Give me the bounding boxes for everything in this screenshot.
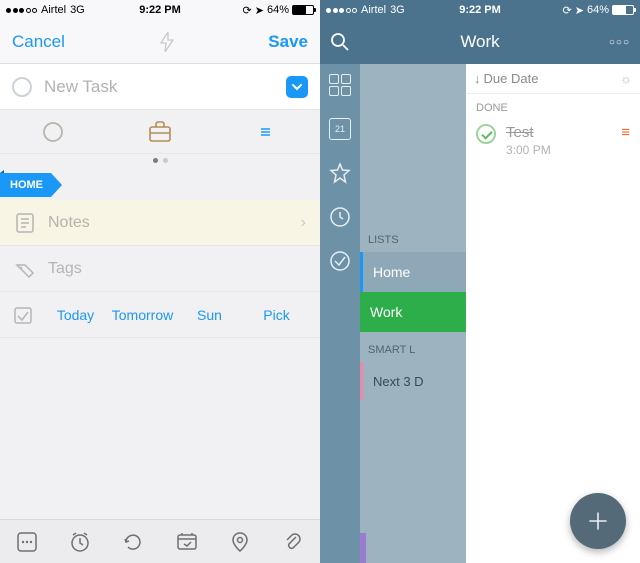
status-time: 9:22 PM — [0, 4, 320, 16]
sort-arrow-icon: ↓ — [474, 71, 481, 86]
task-row[interactable]: Test 3:00 PM ≡ — [466, 118, 640, 163]
task-check-icon[interactable] — [476, 124, 496, 144]
list-item-home[interactable]: Home — [360, 252, 466, 292]
rail-calendar-icon[interactable]: 21 — [329, 118, 351, 140]
notes-icon — [14, 213, 36, 233]
done-section-label: DONE — [466, 94, 640, 118]
edit-header: Cancel Save — [0, 20, 320, 64]
segment-checklist[interactable] — [219, 126, 315, 138]
sort-bar[interactable]: ↓ Due Date ☼ — [466, 64, 640, 94]
list-header: Work ○○○ — [320, 20, 640, 64]
due-date-row: Today Tomorrow Sun Pick — [0, 292, 320, 338]
new-task-input[interactable]: New Task — [44, 77, 286, 97]
new-task-screen: Airtel 3G 9:22 PM ⟳ ➤ 64% Cancel Save Ne… — [0, 0, 320, 563]
segment-briefcase[interactable] — [112, 121, 208, 143]
chevron-right-icon: › — [301, 214, 306, 232]
nav-rail: 21 — [320, 64, 360, 563]
date-pick[interactable]: Pick — [243, 307, 310, 323]
smart-section-label: SMART L — [360, 332, 466, 362]
segment-circle[interactable] — [5, 121, 101, 143]
status-time: 9:22 PM — [320, 4, 640, 16]
brightness-icon[interactable]: ☼ — [620, 71, 632, 86]
task-title: Test — [506, 124, 551, 141]
pager-dots — [0, 154, 320, 166]
date-today[interactable]: Today — [42, 307, 109, 323]
tags-label: Tags — [48, 260, 82, 278]
battery-icon — [292, 5, 314, 15]
date-sun[interactable]: Sun — [176, 307, 243, 323]
search-button[interactable] — [330, 32, 350, 52]
status-bar: Airtel 3G 9:22 PM ⟳ ➤ 64% — [320, 0, 640, 20]
home-tag[interactable]: HOME — [0, 173, 51, 197]
list-tag-row[interactable]: HOME — [0, 170, 320, 200]
list-item-work[interactable]: Work — [360, 292, 466, 332]
smart-item-next[interactable]: Next 3 D — [360, 362, 466, 400]
location-pin-icon[interactable] — [229, 531, 251, 553]
new-task-row[interactable]: New Task — [0, 64, 320, 110]
bottom-toolbar — [0, 519, 320, 563]
task-type-segment — [0, 110, 320, 154]
action-icon[interactable] — [176, 531, 198, 553]
notes-row[interactable]: Notes › — [0, 200, 320, 246]
date-tomorrow[interactable]: Tomorrow — [109, 307, 176, 323]
attachment-icon[interactable] — [282, 531, 304, 553]
task-checkbox-icon[interactable] — [12, 77, 32, 97]
task-list: ↓ Due Date ☼ DONE Test 3:00 PM ≡ — [466, 64, 640, 563]
tag-icon — [14, 259, 36, 279]
status-bar: Airtel 3G 9:22 PM ⟳ ➤ 64% — [0, 0, 320, 20]
rail-check-icon[interactable] — [329, 250, 351, 272]
tags-row[interactable]: Tags — [0, 246, 320, 292]
save-button[interactable]: Save — [268, 32, 308, 52]
rail-star-icon[interactable] — [329, 162, 351, 184]
work-list-screen: Airtel 3G 9:22 PM ⟳ ➤ 64% Work ○○○ 21 LI… — [320, 0, 640, 563]
more-button[interactable]: ○○○ — [609, 37, 630, 48]
rail-grid-icon[interactable] — [329, 74, 351, 96]
task-time: 3:00 PM — [506, 143, 551, 157]
sort-label: Due Date — [484, 71, 539, 86]
rail-clock-icon[interactable] — [329, 206, 351, 228]
battery-icon — [612, 5, 634, 15]
add-task-fab[interactable] — [570, 493, 626, 549]
drawer-strip — [360, 533, 366, 563]
due-icon — [14, 306, 36, 324]
cancel-button[interactable]: Cancel — [12, 32, 65, 52]
task-dropdown-button[interactable] — [286, 76, 308, 98]
notes-label: Notes — [48, 214, 90, 232]
alarm-icon[interactable] — [69, 531, 91, 553]
list-title: Work — [320, 32, 640, 52]
task-flag-icon[interactable]: ≡ — [621, 124, 630, 141]
lists-drawer: LISTS Home Work SMART L Next 3 D — [360, 64, 466, 563]
bolt-icon[interactable] — [159, 32, 175, 52]
more-icon[interactable] — [16, 531, 38, 553]
repeat-icon[interactable] — [122, 531, 144, 553]
lists-section-label: LISTS — [360, 224, 466, 252]
